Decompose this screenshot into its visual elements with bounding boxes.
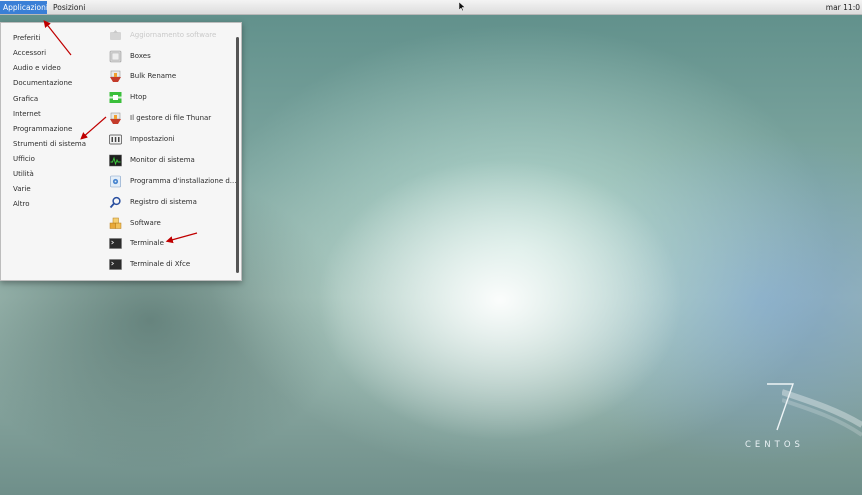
centos-wordmark: CENTOS [745, 440, 804, 450]
app-label: Aggiornamento software [130, 31, 217, 39]
settings-icon [109, 134, 122, 144]
software-icon [109, 217, 122, 229]
applications-menu-button[interactable]: Applicazioni [0, 1, 48, 14]
app-label: Boxes [130, 52, 151, 60]
category-office[interactable]: Ufficio [13, 153, 35, 165]
system-log-icon [109, 196, 121, 208]
applications-menu: Preferiti Accessori Audio e video Docume… [0, 22, 242, 281]
app-bulk-rename[interactable]: Bulk Rename [109, 68, 176, 84]
places-label: Posizioni [53, 3, 86, 12]
htop-icon [109, 91, 122, 103]
clock-label: mar 11:0 [825, 3, 860, 12]
app-terminal[interactable]: Terminale [109, 235, 164, 251]
bulk-rename-icon [110, 70, 121, 82]
terminal-icon [109, 237, 122, 249]
places-menu-button[interactable]: Posizioni [53, 1, 85, 14]
app-label: Monitor di sistema [130, 156, 195, 164]
category-utilities[interactable]: Utilità [13, 168, 34, 180]
boxes-icon [109, 50, 122, 62]
installer-icon [110, 175, 121, 187]
xfce-terminal-icon [109, 258, 122, 270]
app-software[interactable]: Software [109, 215, 161, 231]
mouse-pointer-icon [459, 2, 465, 11]
app-label: Programma d'installazione d... [130, 177, 237, 185]
app-thunar[interactable]: Il gestore di file Thunar [109, 110, 211, 126]
category-favorites[interactable]: Preferiti [13, 32, 40, 44]
category-graphics[interactable]: Grafica [13, 93, 38, 105]
app-system-monitor[interactable]: Monitor di sistema [109, 152, 195, 168]
category-accessories[interactable]: Accessori [13, 47, 46, 59]
category-documentation[interactable]: Documentazione [13, 77, 72, 89]
app-label: Htop [130, 93, 147, 101]
category-internet[interactable]: Internet [13, 108, 41, 120]
centos-seven-logo [767, 383, 794, 431]
app-software-update[interactable]: Aggiornamento software [109, 27, 216, 43]
category-system-tools[interactable]: Strumenti di sistema [13, 138, 86, 150]
app-xfce-terminal[interactable]: Terminale di Xfce [109, 256, 190, 272]
app-label: Impostazioni [130, 135, 175, 143]
app-label: Terminale [130, 239, 164, 247]
clock[interactable]: mar 11:0 [826, 1, 860, 14]
category-other[interactable]: Altro [13, 198, 30, 210]
thunar-icon [110, 112, 121, 124]
category-audio-video[interactable]: Audio e video [13, 62, 61, 74]
app-label: Registro di sistema [130, 198, 197, 206]
app-htop[interactable]: Htop [109, 89, 147, 105]
category-various[interactable]: Varie [13, 183, 31, 195]
system-monitor-icon [109, 154, 122, 166]
category-programming[interactable]: Programmazione [13, 123, 72, 135]
app-label: Terminale di Xfce [130, 260, 191, 268]
app-label: Il gestore di file Thunar [130, 114, 212, 122]
app-boxes[interactable]: Boxes [109, 48, 151, 64]
top-panel: Applicazioni Posizioni mar 11:0 [0, 0, 862, 15]
app-installer[interactable]: Programma d'installazione d... [109, 173, 236, 189]
app-label: Bulk Rename [130, 72, 177, 80]
applications-label: Applicazioni [3, 3, 48, 12]
software-update-icon [110, 29, 121, 40]
menu-scrollbar[interactable] [236, 37, 239, 273]
app-settings[interactable]: Impostazioni [109, 131, 175, 147]
app-system-log[interactable]: Registro di sistema [109, 194, 197, 210]
app-label: Software [130, 219, 161, 227]
